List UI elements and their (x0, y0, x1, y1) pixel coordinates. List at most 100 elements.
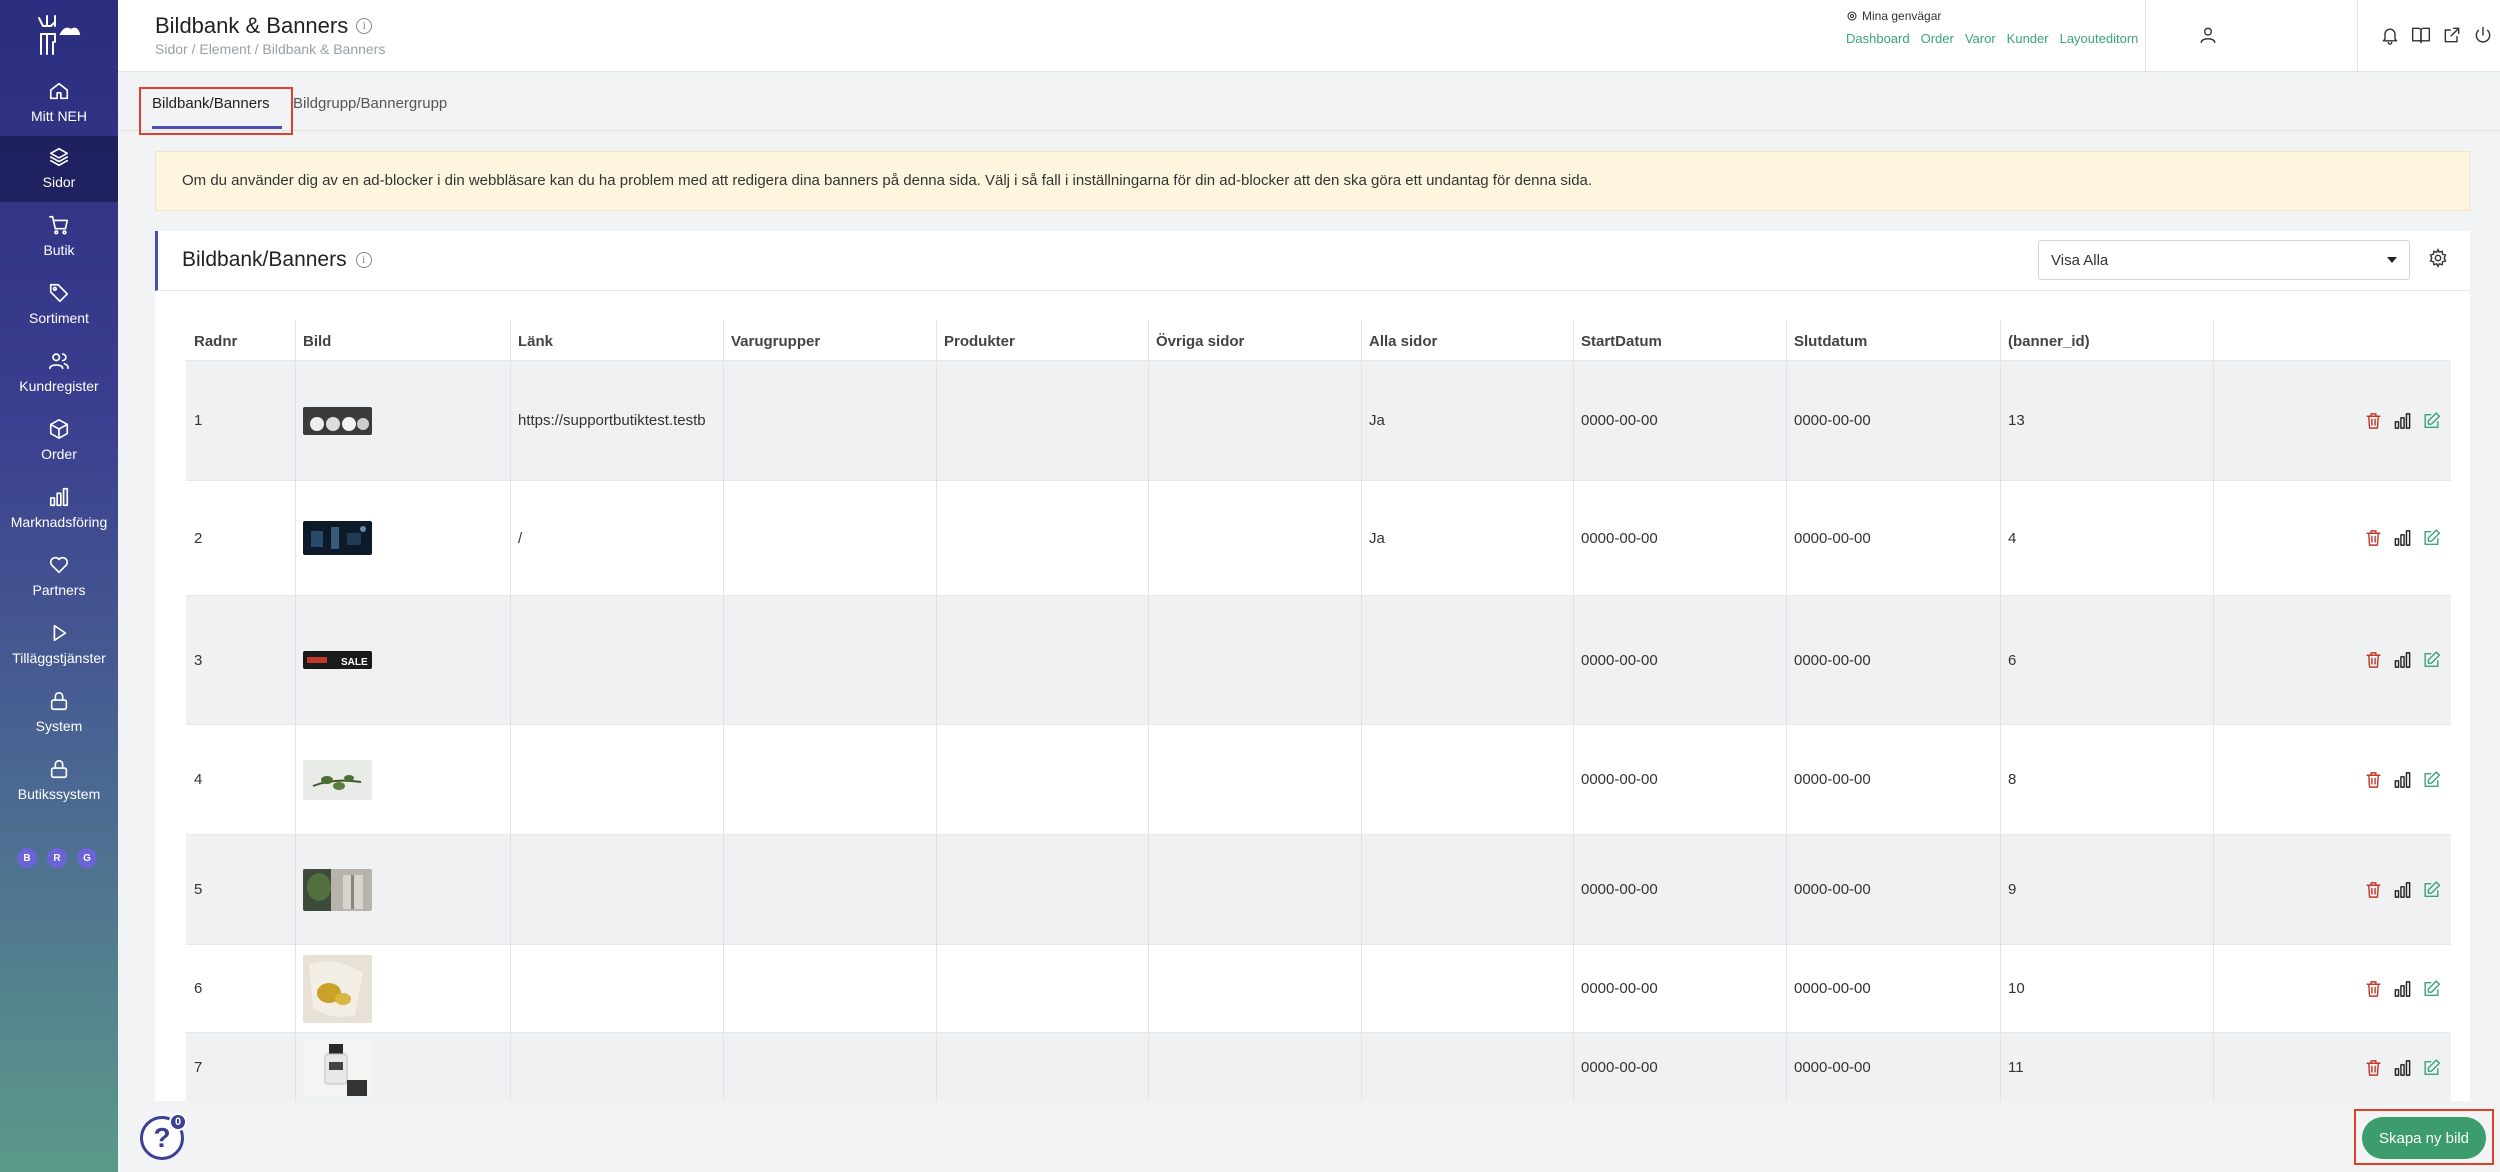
column-header[interactable]: StartDatum (1573, 320, 1786, 360)
chevron-down-icon (2387, 257, 2397, 263)
link-cell[interactable] (510, 725, 723, 834)
statistics-icon[interactable] (2393, 770, 2412, 789)
sidebar-item-order[interactable]: Order (0, 408, 118, 474)
trash-icon[interactable] (2364, 651, 2383, 670)
table-settings-button[interactable] (2428, 248, 2450, 270)
user-icon (2200, 27, 2216, 44)
trash-icon[interactable] (2364, 1058, 2383, 1077)
sidebar-item-butik[interactable]: Butik (0, 204, 118, 270)
column-header[interactable]: Slutdatum (1786, 320, 2000, 360)
sidebar-item-tillaggstjanster[interactable]: Tilläggstjänster (0, 612, 118, 678)
docs-button[interactable] (2411, 25, 2433, 47)
shortcut-varor[interactable]: Varor (1965, 31, 1996, 46)
table-row[interactable]: 1 https://supportbutiktest.testb Ja 0000-00… (186, 360, 2451, 480)
badge-r[interactable]: R (47, 848, 67, 868)
statistics-icon[interactable] (2393, 529, 2412, 548)
alla-sidor-cell (1361, 596, 1573, 724)
sidebar-item-sidor[interactable]: Sidor (0, 136, 118, 202)
produkter-cell (936, 481, 1148, 595)
edit-icon[interactable] (2422, 880, 2441, 899)
column-divider (1148, 320, 1149, 1102)
edit-icon[interactable] (2422, 979, 2441, 998)
banner-thumbnail[interactable] (303, 954, 372, 1023)
end-date-cell: 0000-00-00 (1794, 881, 1871, 898)
column-header[interactable]: Länk (510, 320, 723, 360)
banner-thumbnail[interactable] (303, 868, 372, 911)
statistics-icon[interactable] (2393, 1058, 2412, 1077)
sidebar-item-partners[interactable]: Partners (0, 544, 118, 610)
trash-icon[interactable] (2364, 529, 2383, 548)
statistics-icon[interactable] (2393, 880, 2412, 899)
edit-icon[interactable] (2422, 529, 2441, 548)
statistics-icon[interactable] (2393, 979, 2412, 998)
open-external-button[interactable] (2442, 25, 2464, 47)
banner-thumbnail[interactable]: SALE (303, 651, 372, 669)
banner-thumbnail[interactable] (303, 521, 372, 555)
sidebar-item-marknadsforing[interactable]: Marknadsföring (0, 476, 118, 542)
table-row[interactable]: 5 0000-00-00 0000-00-00 9 (186, 834, 2451, 944)
table-row[interactable]: 7 0000-00-00 0000-00-00 11 (186, 1032, 2451, 1102)
banner-thumbnail[interactable] (303, 406, 372, 435)
column-header[interactable]: Övriga sidor (1148, 320, 1361, 360)
image-cell (295, 481, 510, 595)
table-row[interactable]: 4 0000-00-00 0000-00-00 8 (186, 724, 2451, 834)
trash-icon[interactable] (2364, 979, 2383, 998)
column-divider (723, 320, 724, 1102)
badge-b[interactable]: B (17, 848, 37, 868)
banner-thumbnail[interactable] (303, 759, 372, 800)
badge-g[interactable]: G (77, 848, 97, 868)
table-row[interactable]: 6 0000-00-00 0000-00-00 10 (186, 944, 2451, 1032)
row-number-cell: 7 (194, 1059, 203, 1076)
trash-icon[interactable] (2364, 770, 2383, 789)
table-row[interactable]: 2 / Ja 0000-00-00 0000-00-00 4 (186, 480, 2451, 595)
table-row[interactable]: 3 SALE 0000-00-00 0000-00-00 6 (186, 595, 2451, 724)
edit-icon[interactable] (2422, 651, 2441, 670)
info-icon[interactable]: i (356, 18, 373, 34)
sidebar-item-system[interactable]: System (0, 680, 118, 746)
statistics-icon[interactable] (2393, 411, 2412, 430)
edit-icon[interactable] (2422, 770, 2441, 789)
shortcut-links: Dashboard Order Varor Kunder Layoutedito… (1846, 31, 2138, 46)
column-header[interactable]: Varugrupper (723, 320, 936, 360)
link-cell[interactable] (510, 945, 723, 1032)
sidebar-item-butikssystem[interactable]: Butikssystem (0, 748, 118, 814)
lock-icon (50, 759, 68, 779)
shortcut-order[interactable]: Order (1921, 31, 1954, 46)
tab-bildgrupp-bannergrupp[interactable]: Bildgrupp/Bannergrupp (293, 95, 447, 112)
moose-logo-icon[interactable] (33, 12, 83, 62)
user-button[interactable] (2198, 25, 2220, 47)
row-actions (2364, 770, 2441, 789)
link-cell[interactable] (510, 1033, 723, 1102)
sidebar-item-sortiment[interactable]: Sortiment (0, 272, 118, 338)
column-header[interactable]: Bild (295, 320, 510, 360)
link-cell[interactable] (510, 596, 723, 724)
shortcut-dashboard[interactable]: Dashboard (1846, 31, 1910, 46)
column-header[interactable]: Produkter (936, 320, 1148, 360)
logout-button[interactable] (2473, 25, 2495, 47)
trash-icon[interactable] (2364, 880, 2383, 899)
column-header[interactable]: (banner_id) (2000, 320, 2213, 360)
help-button[interactable]: ? 0 (140, 1113, 187, 1160)
link-cell[interactable]: https://supportbutiktest.testb (510, 361, 723, 480)
sidebar-item-mitt-neh[interactable]: Mitt NEH (0, 70, 118, 136)
shortcut-layouteditorn[interactable]: Layouteditorn (2060, 31, 2139, 46)
card-title: Bildbank/Banners (182, 248, 347, 271)
row-number-cell: 5 (194, 881, 203, 898)
link-cell[interactable]: / (510, 481, 723, 595)
banner-thumbnail[interactable] (303, 1039, 372, 1096)
trash-icon[interactable] (2364, 411, 2383, 430)
edit-icon[interactable] (2422, 411, 2441, 430)
notifications-button[interactable] (2380, 25, 2402, 47)
sidebar-item-kundregister[interactable]: Kundregister (0, 340, 118, 406)
column-header[interactable]: Radnr (186, 320, 295, 360)
edit-icon[interactable] (2422, 1058, 2441, 1077)
shortcut-kunder[interactable]: Kunder (2007, 31, 2049, 46)
statistics-icon[interactable] (2393, 651, 2412, 670)
top-header: Bildbank & Banners i Sidor / Element / B… (118, 0, 2500, 72)
info-icon[interactable]: i (355, 252, 372, 268)
start-date-cell: 0000-00-00 (1581, 412, 1658, 429)
column-header[interactable]: Alla sidor (1361, 320, 1573, 360)
link-cell[interactable] (510, 835, 723, 944)
svg-text:SALE: SALE (341, 657, 368, 668)
filter-select[interactable]: Visa Alla (2038, 240, 2410, 280)
